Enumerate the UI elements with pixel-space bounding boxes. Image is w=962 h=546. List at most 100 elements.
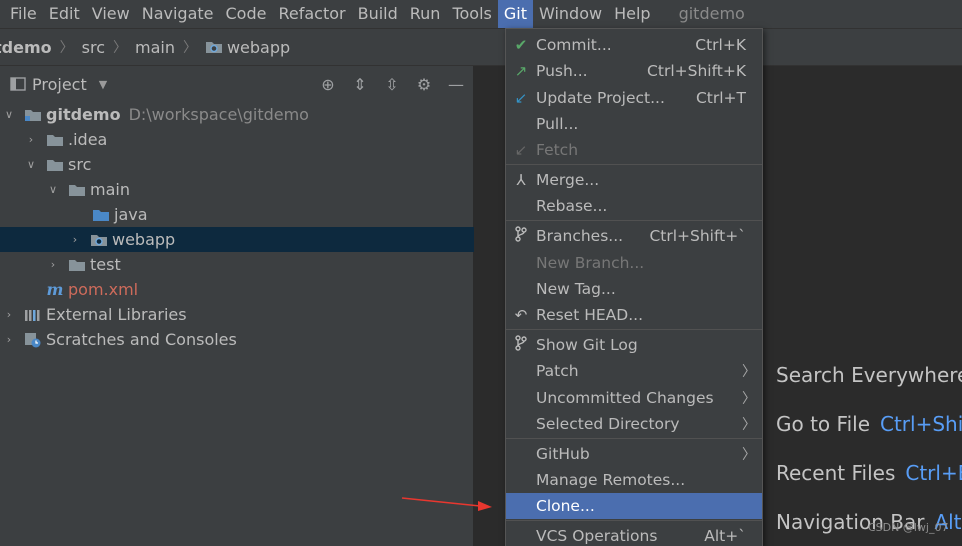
tree-item-external-libraries[interactable]: › External Libraries [0, 302, 474, 327]
git-menu-uncommitted-changes[interactable]: Uncommitted Changes 〉 [506, 385, 762, 411]
breadcrumb: tdemo 〉 src 〉 main 〉 webapp [0, 28, 962, 66]
breadcrumb-item-webapp[interactable]: webapp [205, 38, 290, 57]
menu-run[interactable]: Run [404, 0, 447, 28]
git-menu-new-tag[interactable]: New Tag... [506, 276, 762, 302]
hint-shortcut: Ctrl+E [905, 461, 962, 485]
menu-build[interactable]: Build [352, 0, 404, 28]
tree-item-label: main [90, 180, 130, 199]
menu-git[interactable]: Git [497, 0, 533, 28]
git-menu-clone[interactable]: Clone... [506, 493, 762, 519]
merge-icon: ⅄ [516, 171, 526, 189]
git-menu-update-project[interactable]: ↙ Update Project... Ctrl+T [506, 85, 762, 111]
menu-window[interactable]: Window [533, 0, 608, 28]
menu-item-label: Show Git Log [536, 336, 638, 354]
git-menu-github[interactable]: GitHub 〉 [506, 441, 762, 467]
tree-item-idea[interactable]: › .idea [0, 127, 474, 152]
git-menu-commit[interactable]: ✔ Commit... Ctrl+K [506, 32, 762, 58]
menu-item-label: Clone... [536, 497, 595, 515]
menu-item-shortcut: Ctrl+Shift+` [649, 227, 746, 245]
breadcrumb-item-project[interactable]: tdemo [0, 38, 52, 57]
git-menu-push[interactable]: ↗ Push... Ctrl+Shift+K [506, 58, 762, 84]
collapse-all-icon[interactable]: ⇳ [383, 75, 401, 94]
tree-item-src[interactable]: ∨ src [0, 152, 474, 177]
breadcrumb-item-main[interactable]: main [135, 38, 175, 57]
menu-item-label: GitHub [536, 445, 590, 463]
update-arrow-icon: ↙ [514, 89, 528, 107]
chevron-down-icon[interactable]: ∨ [2, 108, 16, 121]
web-folder-icon [91, 234, 107, 246]
expand-all-icon[interactable]: ⇕ [351, 75, 369, 94]
git-menu-merge[interactable]: ⅄ Merge... [506, 167, 762, 193]
annotation-arrow-icon [401, 497, 492, 511]
menu-item-label: Fetch [536, 141, 579, 159]
project-panel-title[interactable]: Project [32, 75, 87, 94]
tree-item-test[interactable]: › test [0, 252, 474, 277]
menu-refactor[interactable]: Refactor [272, 0, 351, 28]
menu-navigate[interactable]: Navigate [136, 0, 220, 28]
push-arrow-icon: ↗ [514, 62, 528, 80]
folder-icon [69, 184, 85, 196]
tree-item-path: D:\workspace\gitdemo [128, 105, 309, 124]
breadcrumb-separator-icon: 〉 [182, 40, 197, 56]
tree-item-java[interactable]: java [0, 202, 474, 227]
git-menu-branches[interactable]: Branches... Ctrl+Shift+` [506, 223, 762, 249]
hint-label: Go to File [776, 412, 870, 436]
project-tool-window: Project ▼ ⊕ ⇕ ⇳ ⚙ — ∨ gitdemo D:\workspa… [0, 66, 474, 546]
menu-item-label: Reset HEAD... [536, 306, 643, 324]
tree-item-label: Scratches and Consoles [46, 330, 237, 349]
chevron-right-icon[interactable]: › [24, 133, 38, 146]
locate-icon[interactable]: ⊕ [319, 75, 337, 94]
chevron-down-icon[interactable]: ▼ [99, 78, 107, 91]
menu-view[interactable]: View [86, 0, 136, 28]
maven-icon: m [46, 280, 64, 299]
chevron-right-icon[interactable]: › [46, 258, 60, 271]
git-menu-new-branch: New Branch... [506, 250, 762, 276]
menu-item-label: New Branch... [536, 254, 645, 272]
menu-item-label: Branches... [536, 227, 624, 245]
module-folder-icon [25, 109, 41, 121]
chevron-right-icon[interactable]: › [2, 333, 16, 346]
git-menu-vcs-operations[interactable]: VCS Operations Alt+` [506, 523, 762, 546]
scratches-icon [25, 332, 41, 347]
git-menu-manage-remotes[interactable]: Manage Remotes... [506, 467, 762, 493]
menu-edit[interactable]: Edit [43, 0, 86, 28]
gear-icon[interactable]: ⚙ [415, 75, 433, 94]
branch-icon [506, 226, 536, 246]
window-project-title: gitdemo [678, 4, 745, 23]
git-menu-reset-head[interactable]: ↶ Reset HEAD... [506, 302, 762, 328]
menu-tools[interactable]: Tools [446, 0, 497, 28]
tree-item-pom[interactable]: m pom.xml [0, 277, 474, 302]
breadcrumb-item-src[interactable]: src [82, 38, 105, 57]
menu-item-label: Push... [536, 62, 588, 80]
menu-help[interactable]: Help [608, 0, 656, 28]
menu-item-label: Uncommitted Changes [536, 389, 714, 407]
git-menu-patch[interactable]: Patch 〉 [506, 358, 762, 384]
web-folder-icon [205, 42, 222, 53]
menu-item-shortcut: Alt+` [704, 527, 746, 545]
hint-search-everywhere: Search Everywhere [776, 363, 962, 387]
hint-recent-files: Recent Files Ctrl+E [776, 461, 962, 485]
tree-item-scratches[interactable]: › Scratches and Consoles [0, 327, 474, 352]
breadcrumb-separator-icon: 〉 [112, 40, 127, 56]
menu-item-shortcut: Ctrl+T [695, 89, 746, 107]
git-menu-selected-directory[interactable]: Selected Directory 〉 [506, 411, 762, 437]
menu-code[interactable]: Code [220, 0, 273, 28]
git-menu-show-git-log[interactable]: Show Git Log [506, 332, 762, 358]
breadcrumb-item-label: webapp [226, 37, 291, 57]
menu-item-label: Commit... [536, 36, 612, 54]
tree-item-main[interactable]: ∨ main [0, 177, 474, 202]
tree-item-webapp[interactable]: › webapp [0, 227, 474, 252]
chevron-right-icon: 〉 [742, 417, 756, 433]
menu-file[interactable]: File [0, 0, 43, 28]
chevron-down-icon[interactable]: ∨ [46, 183, 60, 196]
chevron-right-icon[interactable]: › [2, 308, 16, 321]
tree-item-gitdemo[interactable]: ∨ gitdemo D:\workspace\gitdemo [0, 102, 474, 127]
tree-item-label: src [68, 155, 92, 174]
git-menu-rebase[interactable]: Rebase... [506, 193, 762, 219]
menu-item-label: Pull... [536, 115, 579, 133]
chevron-down-icon[interactable]: ∨ [24, 158, 38, 171]
hide-icon[interactable]: — [447, 75, 465, 94]
git-menu-pull[interactable]: Pull... [506, 111, 762, 137]
chevron-right-icon[interactable]: › [68, 233, 82, 246]
tree-item-label: gitdemo [46, 105, 121, 124]
